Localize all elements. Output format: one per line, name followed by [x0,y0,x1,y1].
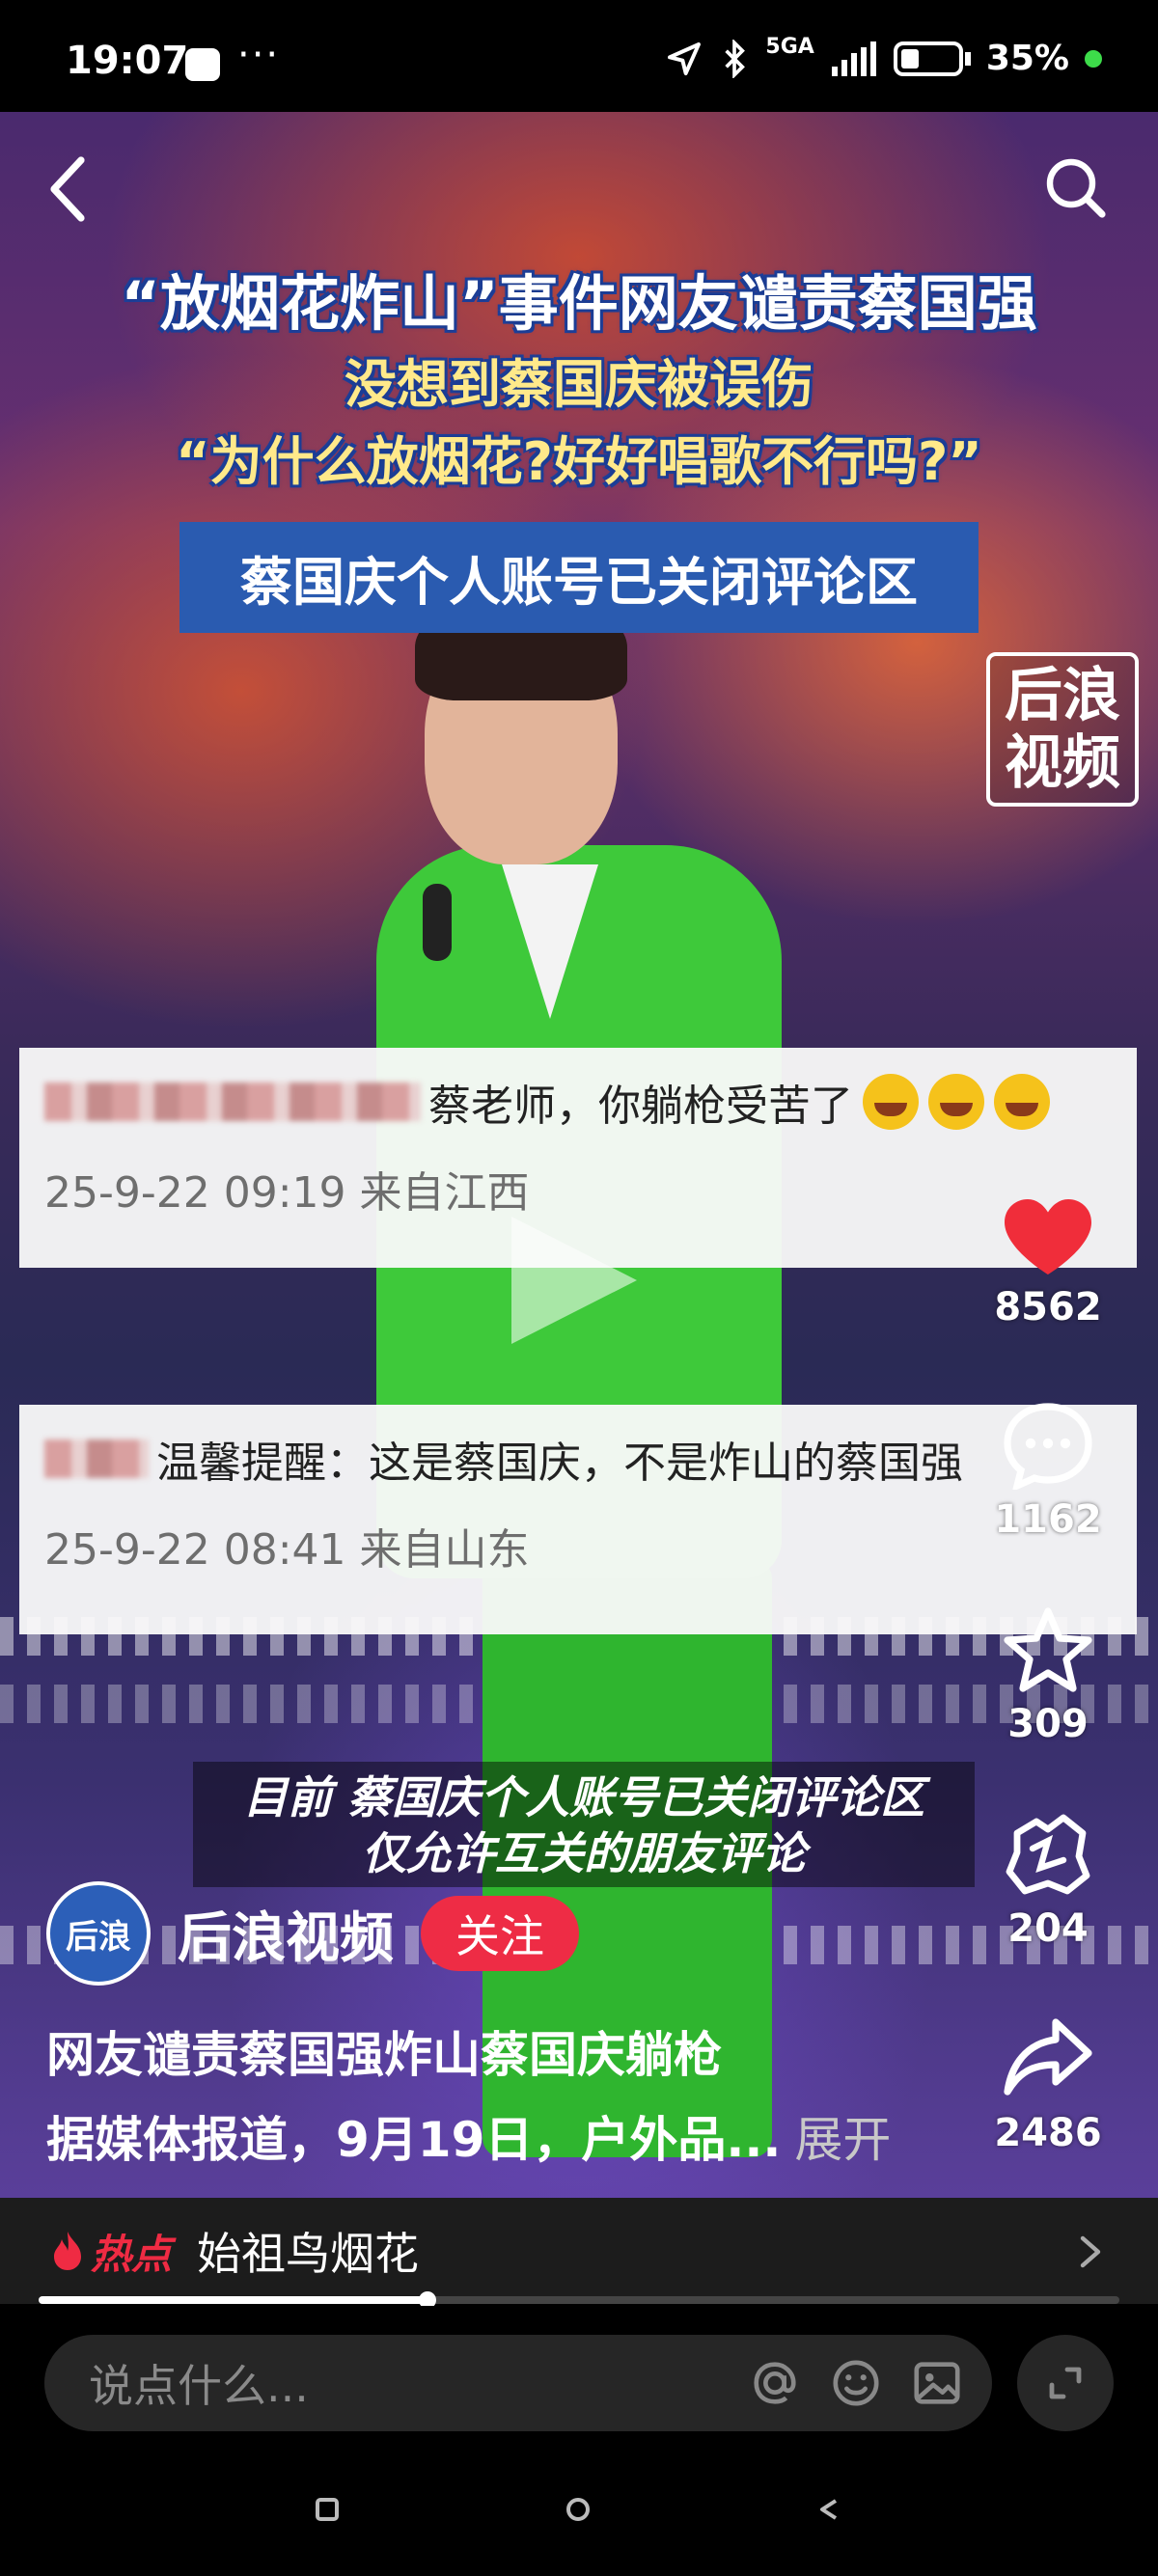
author-avatar[interactable]: 后浪 [46,1881,151,1986]
comment-count: 1162 [994,1497,1102,1542]
video-description: 据媒体报道，9月19日，户外品... 展开 [46,2101,891,2171]
more-notifications-icon: ··· [237,33,281,77]
gift-button[interactable]: 204 [951,1810,1144,1951]
hot-label: 热点 [91,2230,173,2278]
video-headline: “为什么放烟花?好好唱歌不行吗?” [176,431,982,492]
battery-tip [964,51,971,66]
brand-watermark: 后浪视频 [986,652,1139,807]
gift-count: 204 [1007,1906,1089,1951]
privacy-indicator-dot [1085,49,1102,68]
video-banner: 蔡国庆个人账号已关闭评论区 [179,522,979,633]
comment-icon [1004,1403,1092,1490]
back-nav-icon[interactable] [816,2497,841,2522]
expand-link[interactable]: 展开 [794,2112,891,2168]
location-icon [668,41,702,75]
status-time: 19:07 [66,39,189,83]
comment-text: 蔡老师，你躺枪受苦了 [428,1082,853,1131]
comment-text: 温馨提醒：这是蔡国庆，不是炸山的蔡国强 [156,1439,963,1488]
favorite-button[interactable]: 309 [951,1605,1144,1746]
microphone [423,884,452,961]
favorite-count: 309 [1007,1702,1089,1746]
subtitle-line: 仅允许互关的朋友评论 [362,1827,806,1879]
comment-placeholder: 说点什么... [89,2360,309,2412]
search-icon[interactable] [1042,154,1108,220]
bluetooth-icon [725,39,746,78]
share-count: 2486 [994,2111,1102,2155]
mention-icon[interactable] [749,2357,801,2409]
status-indicators: 5GA 35% [665,35,1102,78]
like-count: 8562 [994,1285,1102,1329]
battery-level: 35% [985,39,1069,78]
follow-button[interactable]: 关注 [421,1896,579,1971]
battery-icon [893,41,963,76]
video-subtitle: 目前 蔡国庆个人账号已关闭评论区 仅允许互关的朋友评论 [193,1762,975,1887]
star-icon [1004,1607,1092,1692]
hot-topic-bar[interactable]: 热点 始祖鸟烟花 [0,2198,1158,2304]
video-headline: “放烟花炸山”事件网友谴责蔡国强 [121,268,1037,339]
system-nav-bar [0,2449,1158,2576]
comment-input-bar: 说点什么... [0,2306,1158,2449]
laughing-emoji-icon [928,1074,984,1130]
emoji-icon[interactable] [830,2357,882,2409]
share-icon [1004,2018,1092,2096]
blurred-username [44,1082,421,1121]
laughing-emoji-icon [863,1074,919,1130]
signal-icon [831,41,876,76]
back-icon[interactable] [46,154,89,224]
app-notification-icon [185,48,220,81]
video-title: 网友谴责蔡国强炸山蔡国庆躺枪 [46,2027,722,2083]
recent-apps-icon[interactable] [315,2497,340,2522]
hot-topic: 始祖鸟烟花 [197,2228,420,2280]
author-name[interactable]: 后浪视频 [178,1895,394,1973]
blurred-username [44,1439,149,1478]
share-button[interactable]: 2486 [951,2014,1144,2155]
subtitle-line: 目前 蔡国庆个人账号已关闭评论区 [242,1771,924,1823]
comment-button[interactable]: 1162 [951,1401,1144,1542]
fullscreen-button[interactable] [1017,2335,1114,2431]
fullscreen-icon [1049,2367,1082,2399]
status-bar: 19:07 ··· 5GA 35% [0,0,1158,116]
play-icon[interactable] [511,1217,637,1344]
flame-icon [54,2232,81,2270]
comment-input[interactable]: 说点什么... [44,2335,992,2431]
laughing-emoji-icon [994,1074,1050,1130]
chevron-right-icon [1080,2235,1101,2268]
network-label: 5GA [765,35,814,59]
like-button[interactable]: 8562 [951,1196,1144,1329]
image-icon[interactable] [911,2357,963,2409]
heart-icon [1005,1199,1091,1274]
video-headline: 没想到蔡国庆被误伤 [345,354,813,415]
author-row: 后浪 后浪视频 关注 [46,1881,579,1986]
progress-fill [39,2296,428,2304]
gift-icon [1006,1814,1090,1895]
description-text: 据媒体报道，9月19日，户外品... [46,2112,782,2168]
home-icon[interactable] [565,2497,591,2522]
video-progress-bar[interactable] [39,2291,1119,2309]
